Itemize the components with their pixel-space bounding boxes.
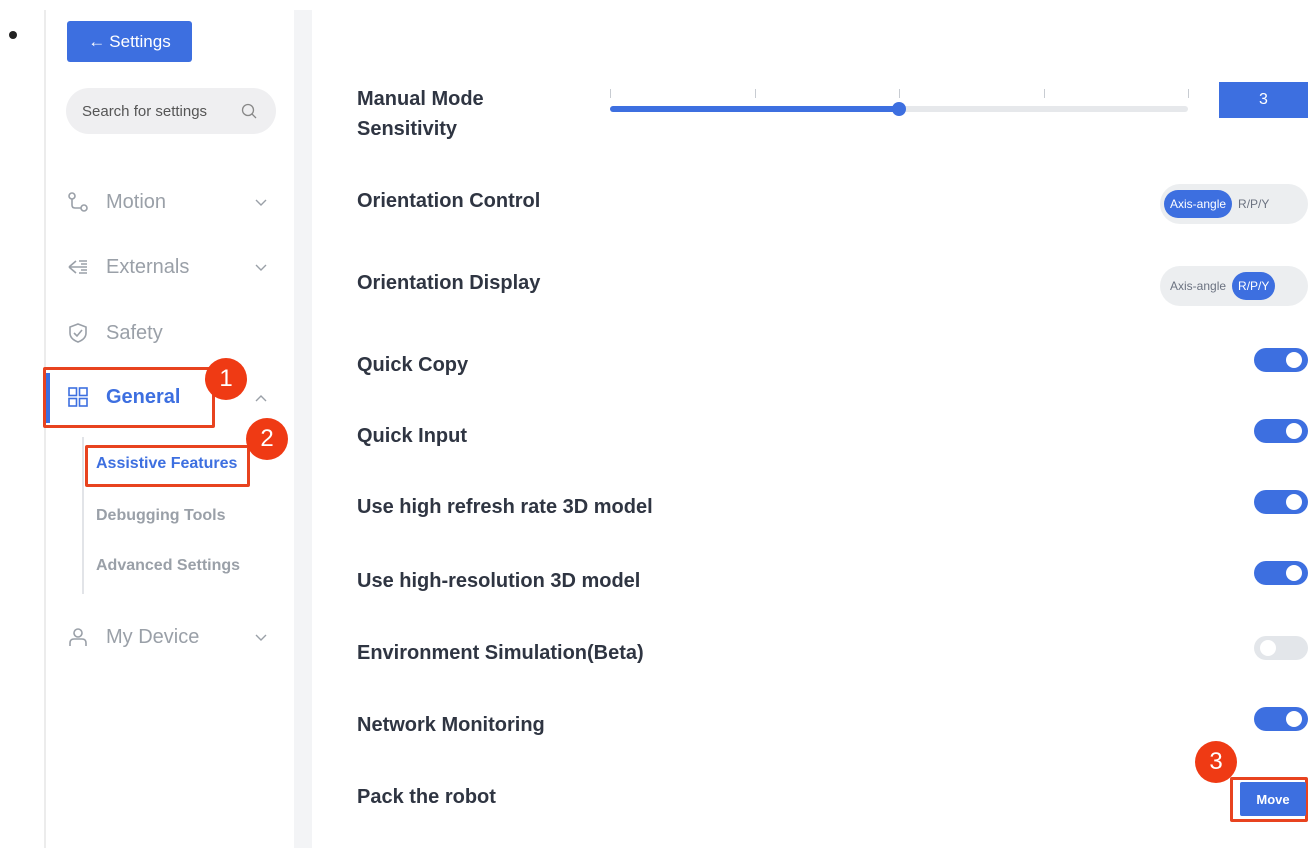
toggle-knob <box>1260 640 1276 656</box>
toggle-knob <box>1286 423 1302 439</box>
sidebar-divider <box>294 10 312 848</box>
chevron-down-icon <box>255 634 267 641</box>
sensitivity-value-input[interactable]: 3 <box>1219 82 1308 118</box>
slider-tick <box>610 89 611 98</box>
quick-copy-label: Quick Copy <box>357 354 469 376</box>
pack-robot-label: Pack the robot <box>357 786 496 808</box>
motion-icon <box>66 190 90 214</box>
sidebar-item-label: Motion <box>106 190 167 213</box>
slider-tick <box>754 89 756 98</box>
manual-mode-label-line1: Manual Mode <box>357 88 484 110</box>
orientation-display-axis-angle[interactable]: Axis-angle <box>1164 272 1232 300</box>
sensitivity-slider[interactable] <box>610 89 1189 116</box>
orientation-display-label: Orientation Display <box>357 272 541 294</box>
quick-input-toggle[interactable] <box>1254 419 1308 443</box>
manual-mode-label-line2: Sensitivity <box>357 118 458 140</box>
sidebar-item-externals[interactable]: Externals <box>66 247 281 287</box>
orientation-control-axis-angle[interactable]: Axis-angle <box>1164 190 1233 218</box>
slider-fill <box>610 106 899 112</box>
externals-icon <box>66 255 90 279</box>
high-refresh-label: Use high refresh rate 3D model <box>357 496 653 518</box>
orientation-display-rpy[interactable]: R/P/Y <box>1232 272 1276 300</box>
sidebar-item-label: Safety <box>106 321 163 344</box>
sidebar-item-motion[interactable]: Motion <box>66 182 281 222</box>
orientation-control-rpy[interactable]: R/P/Y <box>1232 190 1275 218</box>
manual-mode-label: Manual Mode Sensitivity <box>357 84 484 144</box>
highlight-box-assistive <box>85 445 250 487</box>
search-input[interactable]: Search for settings <box>66 88 276 134</box>
quick-copy-toggle[interactable] <box>1254 348 1308 372</box>
orientation-display-switch[interactable]: Axis-angle R/P/Y <box>1160 266 1308 306</box>
list-bullet <box>9 31 17 39</box>
shield-icon <box>66 321 90 345</box>
slider-tick <box>1188 89 1189 98</box>
toggle-knob <box>1286 711 1302 727</box>
network-monitoring-label: Network Monitoring <box>357 714 545 736</box>
slider-tick <box>1043 89 1045 98</box>
sidebar-item-label: My Device <box>106 625 200 648</box>
sidebar-item-label: Externals <box>106 255 190 278</box>
quick-input-label: Quick Input <box>357 425 467 447</box>
orientation-control-label: Orientation Control <box>357 190 541 212</box>
network-monitoring-toggle[interactable] <box>1254 707 1308 731</box>
step-badge-2: 2 <box>246 418 288 460</box>
chevron-down-icon <box>255 264 267 271</box>
slider-tick <box>899 89 900 98</box>
sidebar-item-safety[interactable]: Safety <box>66 313 281 353</box>
high-refresh-toggle[interactable] <box>1254 490 1308 514</box>
submenu-line <box>82 437 84 594</box>
high-res-label: Use high-resolution 3D model <box>357 570 641 592</box>
sidebar-subitem-debugging-tools[interactable]: Debugging Tools <box>96 507 225 525</box>
toggle-knob <box>1286 494 1302 510</box>
chevron-up-icon <box>255 395 267 402</box>
back-to-settings-button[interactable]: ← Settings <box>67 21 192 62</box>
step-badge-3: 3 <box>1195 741 1237 783</box>
move-button[interactable]: Move <box>1240 782 1306 816</box>
env-sim-toggle[interactable] <box>1254 636 1308 660</box>
user-icon <box>66 625 90 649</box>
sidebar-item-my-device[interactable]: My Device <box>66 617 281 657</box>
highlight-box-general <box>43 367 215 428</box>
toggle-knob <box>1286 352 1302 368</box>
step-badge-1: 1 <box>205 358 247 400</box>
slider-thumb[interactable] <box>892 102 906 116</box>
back-button-label: Settings <box>109 31 171 51</box>
search-icon <box>241 103 257 119</box>
orientation-control-switch[interactable]: Axis-angle R/P/Y <box>1160 184 1308 224</box>
high-res-toggle[interactable] <box>1254 561 1308 585</box>
toggle-knob <box>1286 565 1302 581</box>
chevron-down-icon <box>255 199 267 206</box>
sidebar-subitem-advanced-settings[interactable]: Advanced Settings <box>96 557 240 575</box>
search-placeholder: Search for settings <box>82 102 208 120</box>
env-sim-label: Environment Simulation(Beta) <box>357 642 644 664</box>
arrow-left-icon: ← <box>88 31 106 51</box>
